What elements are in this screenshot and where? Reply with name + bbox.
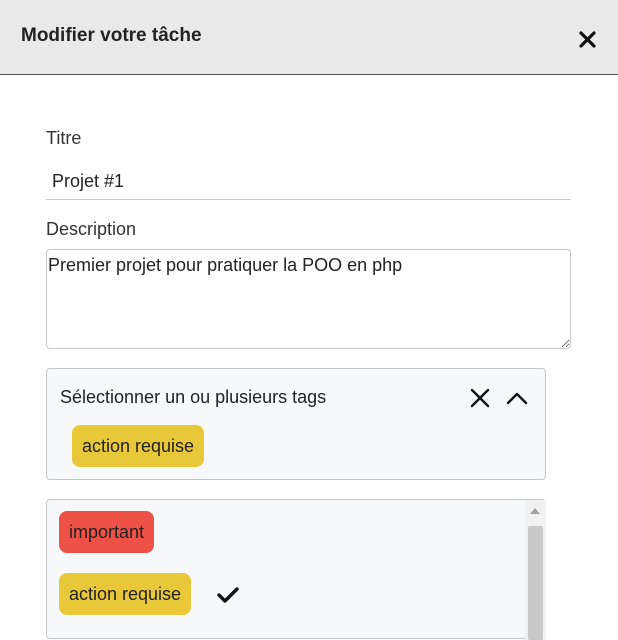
clear-icon: [470, 388, 490, 408]
close-button[interactable]: [575, 26, 601, 52]
description-label: Description: [46, 219, 137, 239]
collapse-tags-button[interactable]: [504, 385, 530, 411]
scroll-thumb[interactable]: [528, 526, 543, 640]
close-icon: [579, 31, 596, 48]
tag-select-placeholder: Sélectionner un ou plusieurs tags: [60, 387, 327, 407]
scrollbar[interactable]: [525, 500, 546, 640]
tag-option-action-requise[interactable]: action requise: [59, 573, 192, 615]
tag-options-list: important action requise: [46, 499, 546, 640]
tag-select[interactable]: Sélectionner un ou plusieurs tags action…: [46, 368, 546, 480]
title-label: Titre: [46, 128, 82, 148]
scroll-up-arrow-icon[interactable]: [530, 508, 540, 514]
selected-tag-chip[interactable]: action requise: [72, 425, 205, 467]
modal-title: Modifier votre tâche: [21, 25, 202, 46]
description-textarea[interactable]: Premier projet pour pratiquer la POO en …: [46, 249, 571, 349]
chevron-up-icon: [506, 392, 528, 405]
title-input[interactable]: [46, 164, 571, 200]
tag-option-important[interactable]: important: [59, 511, 155, 553]
modal-header: Modifier votre tâche: [0, 0, 618, 75]
clear-tags-button[interactable]: [467, 385, 493, 411]
check-icon: [217, 587, 239, 603]
